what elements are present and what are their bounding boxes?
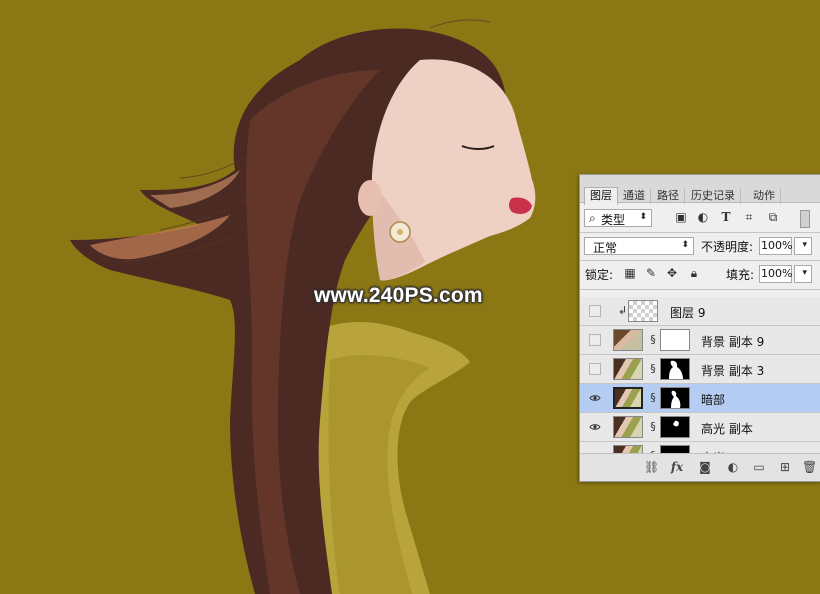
adjustment-layer-icon[interactable]: ◐ <box>726 460 740 474</box>
new-layer-icon[interactable]: ⊞ <box>778 460 792 474</box>
trash-icon[interactable]: 🗑︎ <box>802 460 817 474</box>
pixel-filter-icon[interactable]: ▣ <box>674 210 688 224</box>
link-chain-icon[interactable]: § <box>649 391 657 405</box>
panel-bottom-toolbar: ⛓ fx ◙ ◐ ▭ ⊞ 🗑︎ <box>580 453 820 481</box>
lock-row: 锁定: ▦ ✎ ✥ 🔒︎ 填充: 100% ▾ <box>580 261 820 287</box>
blend-mode-select[interactable]: 正常 ⬍ <box>584 237 694 255</box>
tab-actions[interactable]: 动作 <box>748 188 781 204</box>
filter-row: ⌕ 类型 ⬍ ▣ ◐ T ⌗ ⧉ <box>580 205 820 231</box>
layer-list[interactable]: ↲ 图层 9 § 背景 副本 9 § 背景 副本 3 § 暗部 § 高光 副本 <box>580 297 820 454</box>
tab-layers[interactable]: 图层 <box>584 187 618 205</box>
opacity-value: 100% <box>761 239 793 252</box>
smart-object-filter-icon[interactable]: ⧉ <box>766 210 780 224</box>
add-mask-icon[interactable]: ◙ <box>698 460 712 474</box>
lock-all-icon[interactable]: 🔒︎ <box>687 266 701 280</box>
layer-name[interactable]: 背景 副本 3 <box>701 362 764 379</box>
eye-icon[interactable] <box>589 421 601 433</box>
layer-filter-select[interactable]: ⌕ 类型 ⬍ <box>584 209 652 227</box>
layer-mask-thumbnail[interactable] <box>660 358 690 380</box>
eye-icon[interactable] <box>589 392 601 404</box>
link-layers-icon[interactable]: ⛓ <box>644 460 659 474</box>
opacity-dropdown-button[interactable]: ▾ <box>794 237 812 255</box>
type-filter-icon[interactable]: T <box>719 210 733 224</box>
layer-row[interactable]: § 高光 副本 <box>580 413 820 442</box>
lock-label: 锁定: <box>585 268 614 282</box>
tab-channels[interactable]: 通道 <box>618 188 651 204</box>
new-group-folder-icon[interactable]: ▭ <box>752 460 766 474</box>
layer-mask-thumbnail[interactable] <box>660 416 690 438</box>
fill-value: 100% <box>761 267 793 280</box>
layer-thumbnail <box>613 358 643 380</box>
layer-row-selected[interactable]: § 暗部 <box>580 384 820 413</box>
layer-thumbnail <box>613 387 643 409</box>
opacity-input[interactable]: 100% <box>759 237 792 255</box>
visibility-toggle[interactable] <box>589 334 601 346</box>
layer-row[interactable]: § 背景 副本 9 <box>580 326 820 355</box>
tab-paths[interactable]: 路径 <box>652 188 685 204</box>
search-icon: ⌕ <box>589 211 596 225</box>
lock-pixels-brush-icon[interactable]: ✎ <box>644 266 658 280</box>
fx-icon[interactable]: fx <box>670 460 684 474</box>
layer-row[interactable]: § 背景 副本 3 <box>580 355 820 384</box>
layer-name[interactable]: 图层 9 <box>670 304 705 321</box>
tab-history[interactable]: 历史记录 <box>686 188 741 204</box>
lock-transparent-icon[interactable]: ▦ <box>623 266 637 280</box>
layer-name[interactable]: 暗部 <box>701 391 725 408</box>
chevron-down-icon: ▾ <box>802 240 807 250</box>
filter-value: 类型 <box>601 213 626 227</box>
fill-dropdown-button[interactable]: ▾ <box>794 265 812 283</box>
clipping-arrow-icon: ↲ <box>618 304 628 317</box>
layer-thumbnail <box>628 300 658 322</box>
layer-name[interactable]: 背景 副本 9 <box>701 333 764 350</box>
blend-mode-value: 正常 <box>593 241 618 255</box>
layer-name[interactable]: 高光 副本 <box>701 420 753 437</box>
visibility-toggle[interactable] <box>589 305 601 317</box>
link-chain-icon[interactable]: § <box>649 333 657 347</box>
layer-mask-thumbnail[interactable] <box>660 387 690 409</box>
chevron-down-icon: ▾ <box>802 268 807 278</box>
layer-mask-thumbnail[interactable] <box>660 329 690 351</box>
opacity-label: 不透明度: <box>701 240 754 254</box>
watermark-text: www.240PS.com <box>314 284 483 307</box>
fill-input[interactable]: 100% <box>759 265 792 283</box>
layer-thumbnail <box>613 416 643 438</box>
chevron-updown-icon: ⬍ <box>681 240 689 250</box>
adjustment-filter-icon[interactable]: ◐ <box>696 210 710 224</box>
fill-label: 填充: <box>726 268 755 282</box>
panel-tabs: 图层 通道 路径 历史记录 动作 <box>580 175 820 205</box>
chevron-updown-icon: ⬍ <box>639 212 647 222</box>
shape-filter-icon[interactable]: ⌗ <box>742 210 756 224</box>
layer-row[interactable]: ↲ 图层 9 <box>580 297 820 326</box>
visibility-toggle[interactable] <box>589 363 601 375</box>
smart-object-thumbnail <box>613 329 643 351</box>
blend-row: 正常 ⬍ 不透明度: 100% ▾ <box>580 233 820 259</box>
filter-toggle-switch[interactable] <box>800 210 810 228</box>
link-chain-icon[interactable]: § <box>649 362 657 376</box>
link-chain-icon[interactable]: § <box>649 420 657 434</box>
layers-panel: 图层 通道 路径 历史记录 动作 ⌕ 类型 ⬍ ▣ ◐ T ⌗ ⧉ 正常 ⬍ 不… <box>579 174 820 482</box>
lock-position-move-icon[interactable]: ✥ <box>665 266 679 280</box>
